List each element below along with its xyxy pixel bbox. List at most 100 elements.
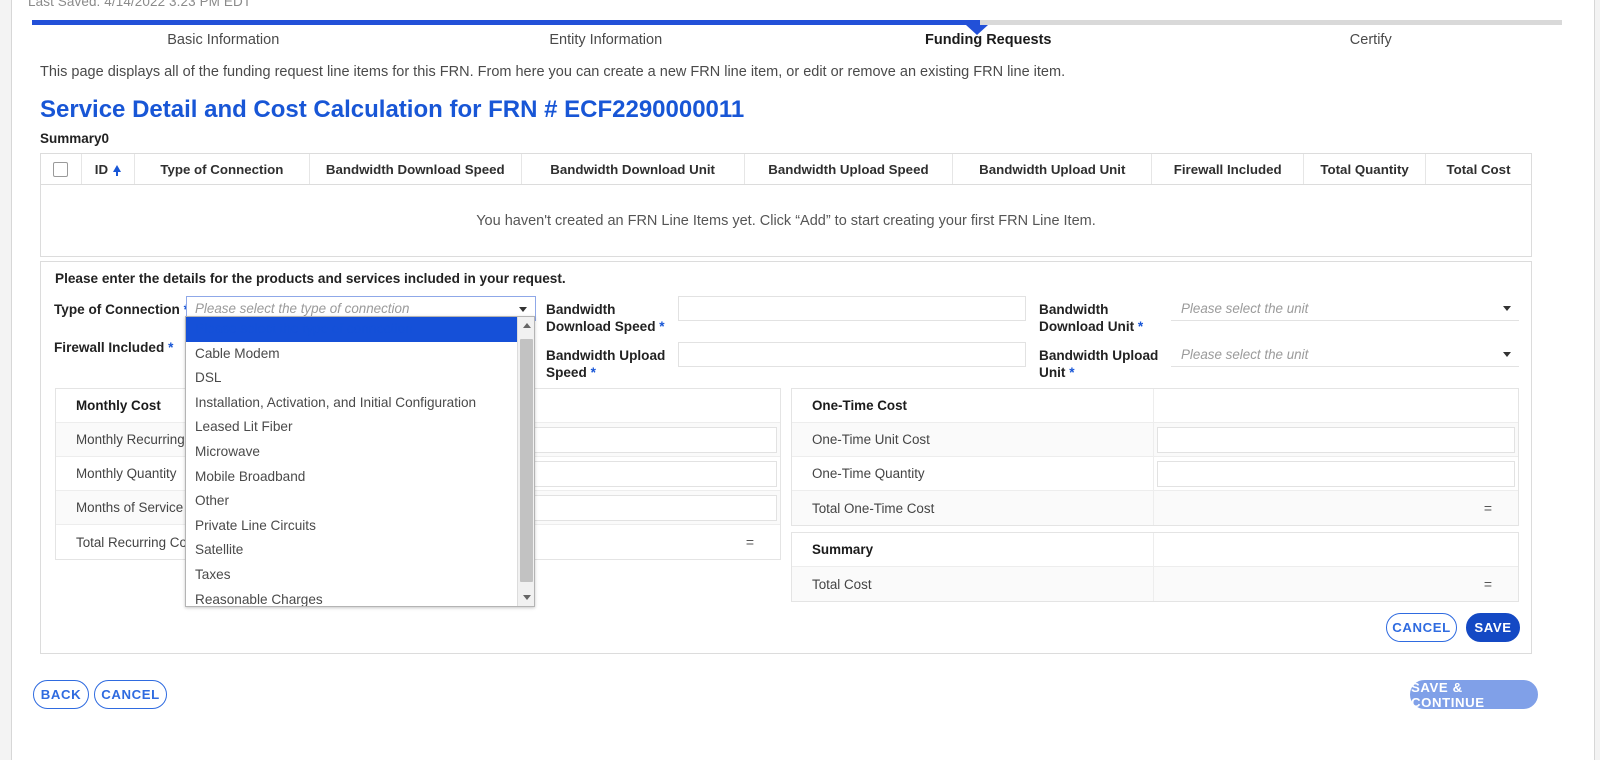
scroll-down-icon[interactable] (518, 589, 534, 606)
column-header-id[interactable]: ID (82, 154, 135, 184)
page-title: Service Detail and Cost Calculation for … (40, 96, 745, 123)
type-of-connection-dropdown[interactable]: Please select the type of connection Cab… (185, 316, 535, 607)
scroll-up-icon[interactable] (518, 317, 534, 334)
one-time-unit-cost-cell (1154, 423, 1518, 456)
column-header-bandwidth-upload-speed[interactable]: Bandwidth Upload Speed (745, 154, 954, 184)
dropdown-option-cable-modem[interactable]: Cable Modem (186, 342, 517, 367)
intro-text: This page displays all of the funding re… (40, 64, 1066, 80)
required-marker: * (655, 318, 665, 334)
dropdown-option-taxes[interactable]: Taxes (186, 563, 517, 588)
page-container-left-border (11, 0, 12, 760)
chevron-down-icon[interactable] (1503, 306, 1511, 311)
one-time-unit-cost-input[interactable] (1157, 427, 1515, 453)
scrollbar-thumb[interactable] (520, 339, 533, 582)
step-funding-requests[interactable]: Funding Requests (797, 32, 1180, 48)
bandwidth-upload-unit-placeholder: Please select the unit (1181, 346, 1309, 362)
column-header-id-label: ID (94, 161, 109, 177)
detail-save-button[interactable]: SAVE (1466, 613, 1520, 642)
bandwidth-upload-unit-select[interactable]: Please select the unit (1171, 342, 1519, 367)
one-time-cost-header-label: One-Time Cost (792, 389, 1154, 422)
footer-cancel-button[interactable]: CANCEL (94, 680, 167, 709)
one-time-quantity-label: One-Time Quantity (792, 457, 1154, 490)
one-time-quantity-cell (1154, 457, 1518, 490)
sort-ascending-icon[interactable] (113, 164, 122, 176)
one-time-cost-table: One-Time Cost One-Time Unit Cost One-Tim… (791, 388, 1519, 526)
dropdown-option-installation-activation-and-initial-configuration[interactable]: Installation, Activation, and Initial Co… (186, 391, 517, 416)
column-header-total-cost[interactable]: Total Cost (1426, 154, 1531, 184)
detail-cancel-button[interactable]: CANCEL (1386, 613, 1457, 642)
dropdown-option-private-line-circuits[interactable]: Private Line Circuits (186, 514, 517, 539)
total-cost-value: = (1483, 576, 1492, 592)
type-of-connection-placeholder: Please select the type of connection (195, 301, 410, 316)
label-bandwidth-upload-speed-text: Bandwidth Upload Speed (546, 348, 666, 380)
dropdown-option-dsl[interactable]: DSL (186, 366, 517, 391)
step-certify[interactable]: Certify (1180, 32, 1563, 48)
cost-summary-header-label: Summary (792, 533, 1154, 566)
detail-panel-title: Please enter the details for the product… (55, 271, 566, 286)
label-bandwidth-upload-speed: Bandwidth Upload Speed * (546, 348, 676, 381)
summary-count-label: Summary0 (40, 131, 110, 146)
select-all-checkbox[interactable] (53, 161, 69, 177)
step-entity-information[interactable]: Entity Information (415, 32, 798, 48)
column-header-bandwidth-download-speed[interactable]: Bandwidth Download Speed (310, 154, 522, 184)
label-bandwidth-download-speed: Bandwidth Download Speed * (546, 302, 676, 335)
step-basic-information[interactable]: Basic Information (32, 32, 415, 48)
bandwidth-download-speed-input[interactable] (678, 296, 1026, 321)
one-time-unit-cost-label: One-Time Unit Cost (792, 423, 1154, 456)
label-bandwidth-upload-unit: Bandwidth Upload Unit * (1039, 348, 1174, 381)
column-header-bandwidth-download-unit[interactable]: Bandwidth Download Unit (522, 154, 745, 184)
label-bandwidth-upload-unit-text: Bandwidth Upload Unit (1039, 348, 1159, 380)
dropdown-scrollbar[interactable] (517, 317, 534, 606)
page-right-gutter (1595, 0, 1600, 760)
total-cost-cell: = (1154, 567, 1518, 601)
bandwidth-upload-speed-input[interactable] (678, 342, 1026, 367)
dropdown-option-list: Please select the type of connection Cab… (186, 317, 517, 606)
total-one-time-cost-value: = (1483, 500, 1492, 516)
bandwidth-download-unit-select[interactable]: Please select the unit (1171, 296, 1519, 321)
dropdown-option-leased-lit-fiber[interactable]: Leased Lit Fiber (186, 415, 517, 440)
label-bandwidth-download-unit-text: Bandwidth Download Unit (1039, 302, 1135, 334)
bandwidth-download-unit-placeholder: Please select the unit (1181, 300, 1309, 316)
one-time-cost-header-row: One-Time Cost (792, 389, 1518, 423)
dropdown-option-placeholder[interactable]: Please select the type of connection (186, 317, 517, 342)
dropdown-option-mobile-broadband[interactable]: Mobile Broadband (186, 465, 517, 490)
table-row: One-Time Unit Cost (792, 423, 1518, 457)
total-one-time-cost-label: Total One-Time Cost (792, 491, 1154, 525)
cost-summary-table: Summary Total Cost = (791, 532, 1519, 602)
total-one-time-cost-cell: = (1154, 491, 1518, 525)
label-bandwidth-download-unit: Bandwidth Download Unit * (1039, 302, 1174, 335)
last-saved-text: Last Saved: 4/14/2022 3:23 PM EDT (28, 0, 252, 9)
cost-summary-header-value (1154, 533, 1518, 566)
back-button[interactable]: BACK (33, 680, 89, 709)
table-row: One-Time Quantity (792, 457, 1518, 491)
dropdown-option-other[interactable]: Other (186, 489, 517, 514)
frn-line-items-table: ID Type of Connection Bandwidth Download… (40, 153, 1532, 257)
dropdown-option-microwave[interactable]: Microwave (186, 440, 517, 465)
one-time-cost-header-value (1154, 389, 1518, 422)
table-row: Total One-Time Cost = (792, 491, 1518, 525)
total-recurring-cost-value: = (745, 534, 754, 550)
chevron-down-icon[interactable] (519, 307, 527, 312)
dropdown-option-reasonable-charges[interactable]: Reasonable Charges (186, 588, 517, 606)
column-header-bandwidth-upload-unit[interactable]: Bandwidth Upload Unit (953, 154, 1153, 184)
column-header-firewall-included[interactable]: Firewall Included (1152, 154, 1305, 184)
one-time-quantity-input[interactable] (1157, 461, 1515, 487)
select-all-cell[interactable] (41, 154, 82, 184)
column-header-total-quantity[interactable]: Total Quantity (1304, 154, 1427, 184)
required-marker: * (1065, 364, 1075, 380)
stepper-track-fill (32, 20, 980, 25)
required-marker: * (586, 364, 596, 380)
table-header-row: ID Type of Connection Bandwidth Download… (41, 154, 1531, 185)
dropdown-option-satellite[interactable]: Satellite (186, 538, 517, 563)
label-type-of-connection: Type of Connection * (54, 302, 189, 319)
required-marker: * (1134, 318, 1144, 334)
required-marker: * (164, 340, 174, 355)
save-and-continue-button[interactable]: SAVE & CONTINUE (1410, 680, 1538, 710)
column-header-type-of-connection[interactable]: Type of Connection (135, 154, 310, 184)
page-left-gutter (0, 0, 11, 760)
label-firewall-included-text: Firewall Included (54, 340, 165, 355)
progress-stepper: Basic Information Entity Information Fun… (0, 20, 1600, 60)
chevron-down-icon[interactable] (1503, 352, 1511, 357)
label-firewall-included: Firewall Included * (54, 340, 173, 357)
label-bandwidth-download-speed-text: Bandwidth Download Speed (546, 302, 656, 334)
